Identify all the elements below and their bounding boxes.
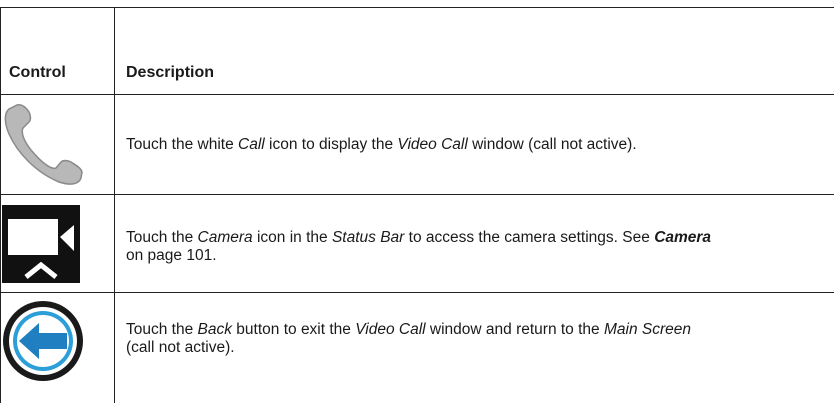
desc-text: Touch the xyxy=(126,321,198,338)
description-cell: Touch the white Call icon to display the… xyxy=(115,95,834,194)
desc-italic: Main Screen xyxy=(603,321,691,338)
camera-icon xyxy=(2,204,80,283)
desc-text: icon to display the xyxy=(264,135,398,153)
desc-italic: Camera xyxy=(197,228,253,246)
desc-text: icon in the xyxy=(252,228,332,246)
desc-text: button to exit the xyxy=(232,321,356,338)
desc-italic: Status Bar xyxy=(331,228,405,246)
control-cell xyxy=(0,95,115,194)
desc-text: (call not active). xyxy=(126,339,235,356)
controls-table: Control Description Touch the white Call… xyxy=(0,7,834,403)
desc-text: Touch the xyxy=(126,228,198,246)
table-row: Touch the white Call icon to display the… xyxy=(0,95,834,195)
desc-italic: Back xyxy=(197,321,232,338)
table-row: Touch the Camera icon in the Status Bar … xyxy=(0,195,834,293)
control-cell xyxy=(0,195,115,292)
phone-icon xyxy=(4,103,83,185)
description-cell: Touch the Camera icon in the Status Bar … xyxy=(115,195,834,292)
desc-text: window and return to the xyxy=(425,321,604,338)
table-row: Touch the Back button to exit the Video … xyxy=(0,293,834,403)
desc-text: Touch the white xyxy=(126,135,239,153)
header-control: Control xyxy=(0,8,115,94)
table-header-row: Control Description xyxy=(0,8,834,95)
back-arrow-icon xyxy=(3,301,83,381)
camera-link-text[interactable]: Camera xyxy=(654,229,711,246)
desc-italic: Video Call xyxy=(397,135,468,153)
desc-text: window (call not active). xyxy=(467,135,637,153)
header-description: Description xyxy=(126,64,215,81)
description-cell: Touch the Back button to exit the Video … xyxy=(115,293,834,403)
desc-text: on page 101. xyxy=(126,246,217,264)
desc-text: to access the camera settings. See xyxy=(404,228,655,246)
desc-italic: Call xyxy=(238,135,265,153)
control-cell xyxy=(0,293,115,403)
desc-italic: Video Call xyxy=(355,321,426,338)
